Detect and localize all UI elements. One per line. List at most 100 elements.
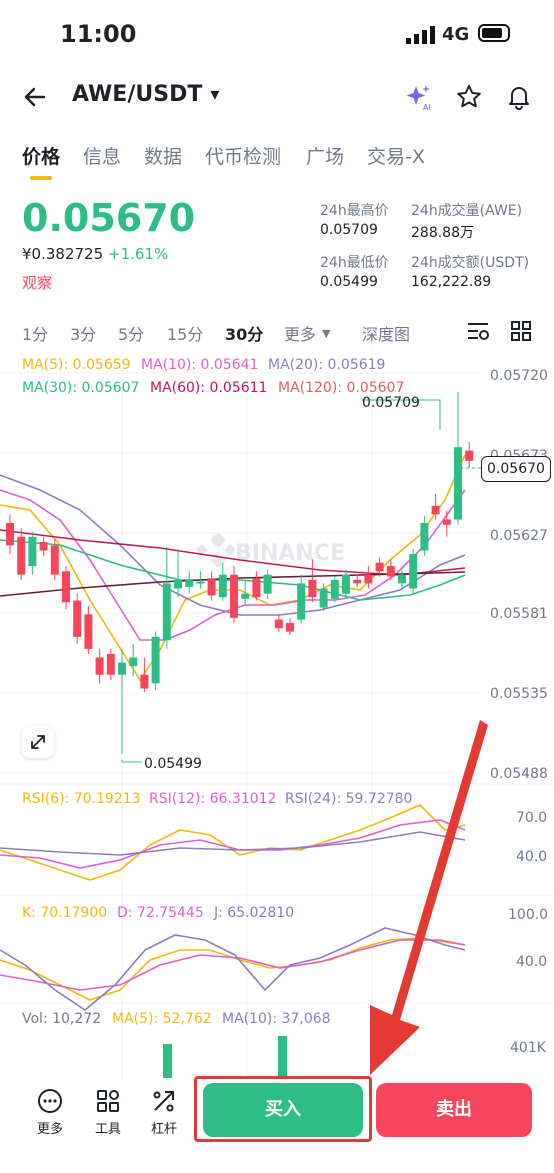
- candle-body: [95, 657, 104, 675]
- candle-body: [274, 619, 283, 629]
- vol-ma5-legend: MA(5): 52,762: [112, 1011, 212, 1027]
- candle-body: [420, 523, 429, 551]
- annotation-arrow: [370, 720, 488, 1075]
- star-icon[interactable]: [456, 84, 482, 110]
- tools-label: 工具: [94, 1122, 121, 1137]
- candle-body: [207, 578, 216, 596]
- more-button[interactable]: 更多: [30, 1088, 70, 1137]
- candle-body: [118, 662, 126, 675]
- sell-button[interactable]: 卖出: [376, 1083, 532, 1137]
- tab-trade-x[interactable]: 交易-X: [367, 142, 425, 169]
- candle-body: [330, 579, 339, 599]
- vol-axis-tick: 401K: [510, 1040, 547, 1056]
- candle-body: [129, 657, 138, 667]
- candle-body: [140, 674, 149, 689]
- candle-body: [386, 566, 395, 577]
- svg-text:AI: AI: [423, 103, 431, 112]
- candle-body: [185, 579, 194, 587]
- expand-icon: [31, 735, 45, 749]
- cny-price: ¥0.382725: [22, 245, 104, 263]
- ma60-legend: MA(60): 0.05611: [150, 380, 268, 396]
- interval-5m[interactable]: 5分: [118, 321, 144, 345]
- high-marker-label: 0.05709: [362, 395, 420, 411]
- interval-15m[interactable]: 15分: [167, 321, 203, 345]
- active-tab-indicator: [30, 176, 52, 180]
- tab-square[interactable]: 广场: [306, 142, 344, 169]
- watch-label[interactable]: 观察: [22, 272, 52, 293]
- candle-body: [252, 578, 261, 598]
- candle-body: [62, 571, 70, 603]
- interval-30m[interactable]: 30分: [225, 321, 263, 345]
- buy-button[interactable]: 买入: [203, 1083, 363, 1137]
- candle-body: [106, 654, 115, 675]
- candle-body: [263, 574, 272, 594]
- current-price-tag: 0.05670: [481, 456, 551, 482]
- candle-body: [196, 581, 205, 584]
- ma120-legend: MA(120): 0.05607: [278, 380, 405, 396]
- interval-3m[interactable]: 3分: [70, 321, 96, 345]
- stat-high-label: 24h最高价: [320, 203, 389, 219]
- stat-high: 0.05709: [320, 222, 378, 238]
- candle-body: [17, 536, 26, 575]
- candle-body: [398, 574, 406, 584]
- binance-watermark: BINANCE: [196, 532, 345, 568]
- fullscreen-button[interactable]: [22, 726, 54, 758]
- tab-price[interactable]: 价格: [22, 142, 60, 169]
- candle-body: [218, 574, 227, 598]
- tools-button[interactable]: 工具: [88, 1088, 128, 1137]
- candle-body: [308, 579, 317, 598]
- candle-body: [375, 562, 384, 572]
- candle-body: [28, 536, 37, 567]
- stat-vol-usdt-label: 24h成交额(USDT): [411, 255, 530, 271]
- kdj-tick: 40.0: [516, 954, 547, 970]
- more-label: 更多: [36, 1122, 63, 1137]
- pair-selector[interactable]: AWE/USDT ▾: [72, 82, 219, 107]
- watermark-text: BINANCE: [235, 541, 345, 566]
- leverage-icon: [153, 1091, 174, 1112]
- candle-body: [6, 523, 14, 546]
- stat-vol-awe: 288.88万: [411, 225, 474, 241]
- candle-body: [50, 545, 59, 575]
- candle-body: [364, 574, 373, 584]
- layout-grid-icon[interactable]: [510, 320, 532, 342]
- rsi-tick: 40.0: [516, 849, 547, 865]
- price-tick: 0.05535: [490, 686, 548, 702]
- indicator-settings-icon[interactable]: [466, 320, 490, 342]
- ma20-legend: MA(20): 0.05619: [268, 357, 386, 373]
- tab-token-check[interactable]: 代币检测: [205, 142, 281, 169]
- candle-body: [151, 636, 160, 684]
- interval-more[interactable]: 更多 ▼: [284, 321, 330, 345]
- vol-ma10-legend: MA(10): 37,068: [222, 1011, 331, 1027]
- more-dots-icon: [38, 1089, 62, 1113]
- candle-body: [162, 583, 171, 641]
- battery-icon: [478, 24, 510, 42]
- chevron-down-icon: ▾: [210, 84, 220, 105]
- ma10-legend: MA(10): 0.05641: [141, 357, 259, 373]
- ma5-line: [0, 454, 466, 682]
- leverage-label: 杠杆: [150, 1122, 177, 1137]
- stat-vol-usdt: 162,222.89: [411, 274, 492, 290]
- depth-chart-tab[interactable]: 深度图: [362, 321, 410, 345]
- candle-body: [454, 447, 462, 520]
- pair-name: AWE/USDT: [72, 82, 203, 107]
- ma30-legend: MA(30): 0.05607: [22, 380, 140, 396]
- bell-icon[interactable]: [506, 84, 532, 110]
- price-change: +1.61%: [108, 245, 169, 263]
- tab-data[interactable]: 数据: [144, 142, 182, 169]
- candle-body: [230, 574, 238, 618]
- candle-body: [409, 554, 418, 589]
- kdj-tick: 100.0: [508, 907, 548, 923]
- kdj-axis: 100.0 40.0: [508, 907, 548, 970]
- interval-1m[interactable]: 1分: [22, 321, 48, 345]
- rsi6-legend: RSI(6): 70.19213: [22, 791, 141, 807]
- leverage-button[interactable]: 杠杆: [144, 1088, 184, 1137]
- candle-body: [241, 593, 250, 599]
- price-tick: 0.05720: [490, 368, 548, 384]
- ai-sparkle-icon[interactable]: AI: [404, 82, 434, 112]
- network-label: 4G: [442, 24, 470, 45]
- candle-body: [465, 450, 474, 461]
- candle-body: [73, 600, 82, 637]
- tab-info[interactable]: 信息: [83, 142, 121, 169]
- price-tick: 0.05627: [490, 528, 548, 544]
- back-arrow-icon[interactable]: [22, 84, 48, 110]
